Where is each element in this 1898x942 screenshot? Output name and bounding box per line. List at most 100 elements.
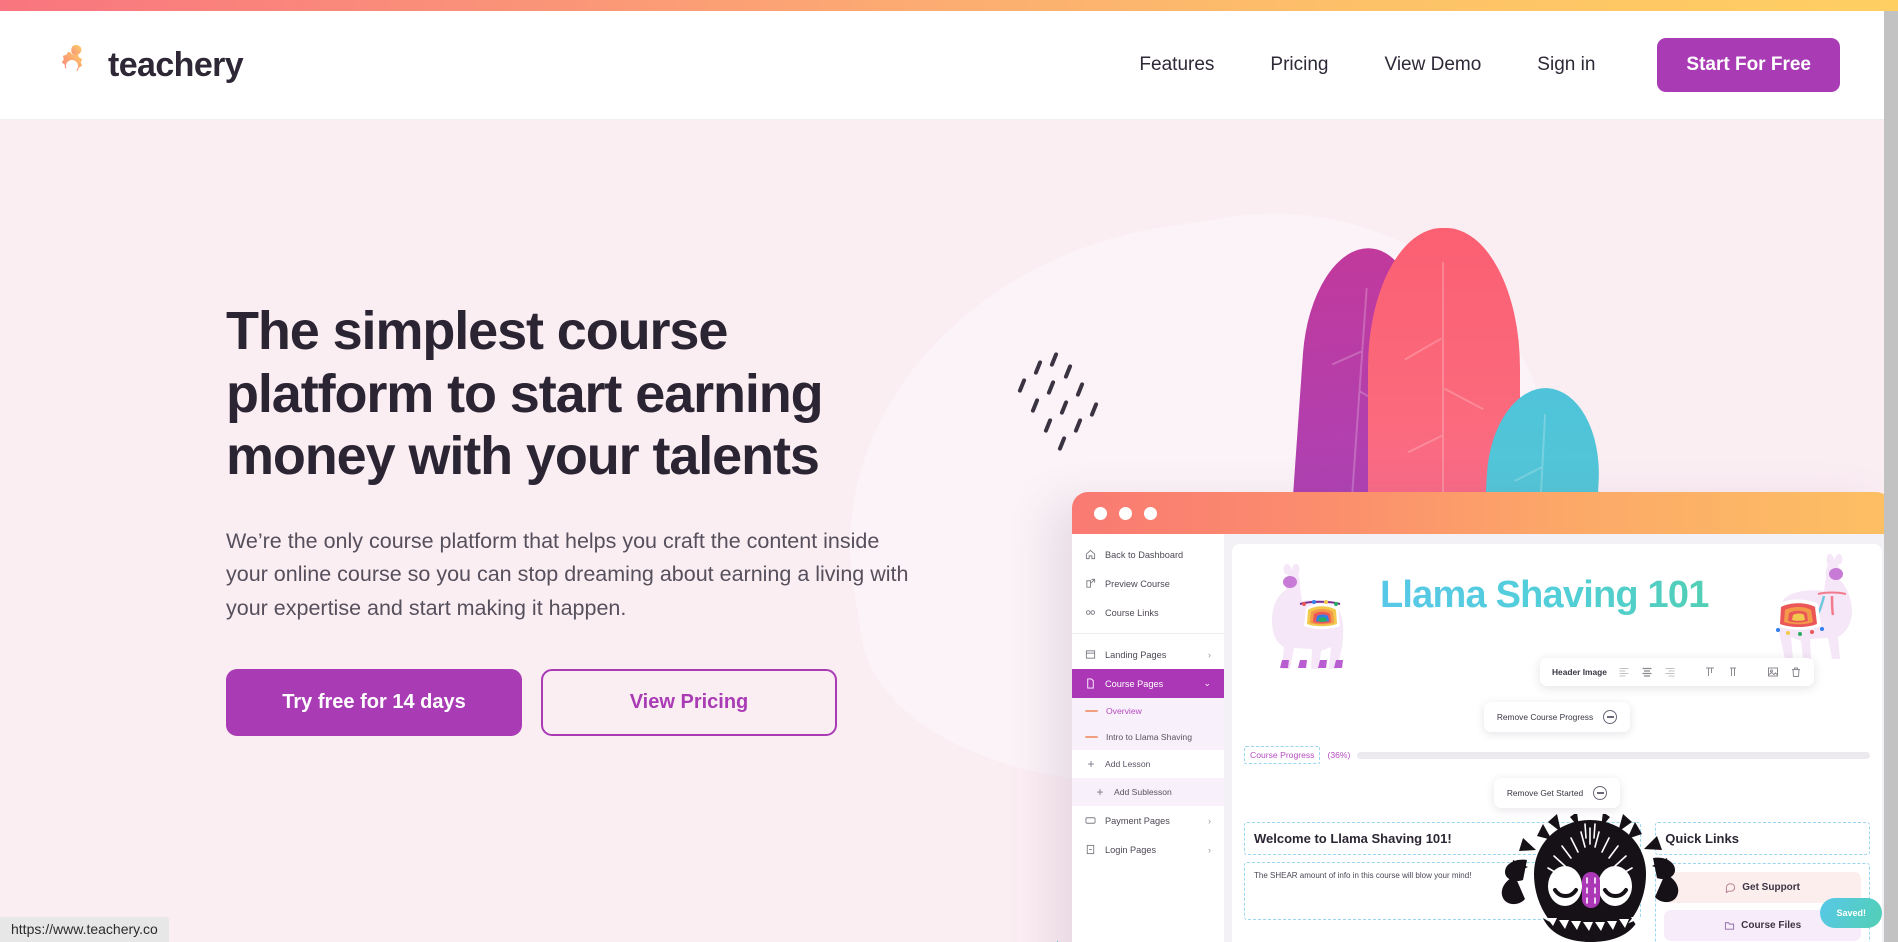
course-progress-label[interactable]: Course Progress: [1244, 746, 1321, 764]
dash-icon: [1085, 736, 1098, 738]
hero-section: The simplest course platform to start ea…: [0, 120, 1884, 942]
mockup-sidebar: Back to Dashboard Preview Course Course …: [1072, 534, 1224, 942]
quick-link-label: Course Files: [1741, 920, 1802, 931]
hero-copy: The simplest course platform to start ea…: [226, 300, 946, 736]
hero-title-line-2: platform to start earning: [226, 363, 824, 424]
page-title: The simplest course platform to start ea…: [226, 300, 946, 488]
monster-illustration: [1485, 812, 1695, 942]
header-image-toolbar: Header Image: [1540, 658, 1814, 686]
nav-link-features[interactable]: Features: [1121, 44, 1242, 86]
nav-link-view-demo[interactable]: View Demo: [1356, 44, 1509, 86]
nav-link-sign-in[interactable]: Sign in: [1509, 44, 1623, 86]
remove-course-progress-wrap: Remove Course Progress: [1232, 702, 1882, 732]
remove-course-progress-button[interactable]: Remove Course Progress: [1483, 702, 1631, 732]
plus-icon: +: [1096, 785, 1104, 799]
login-icon: [1086, 844, 1095, 855]
top-gradient-bar: [0, 0, 1898, 11]
width-wide-icon[interactable]: [1727, 666, 1739, 678]
hero-title-line-3: money with your talents: [226, 426, 820, 487]
course-header: Llama Shaving 101 Header Image: [1232, 544, 1882, 694]
card-icon: [1085, 817, 1096, 824]
brand-name: teachery: [108, 45, 244, 84]
remove-get-started-wrap: Remove Get Started: [1232, 778, 1882, 808]
minus-circle-icon: [1603, 710, 1618, 724]
quick-link-label: Get Support: [1742, 882, 1801, 893]
status-bar-url: https://www.teachery.co: [0, 917, 169, 942]
sidebar-add-sublesson[interactable]: + Add Sublesson: [1072, 778, 1224, 806]
chevron-right-icon: ›: [1208, 649, 1211, 660]
delete-image-icon[interactable]: [1790, 666, 1802, 678]
chevron-right-icon: ›: [1208, 844, 1211, 855]
sidebar-item-back-to-dashboard[interactable]: Back to Dashboard: [1072, 540, 1224, 569]
minus-circle-icon: [1593, 786, 1608, 800]
sidebar-label: Back to Dashboard: [1105, 549, 1184, 560]
sidebar-add-lesson[interactable]: + Add Lesson: [1072, 750, 1224, 778]
rain-dashes-decoration: [1017, 351, 1130, 452]
nav-link-pricing[interactable]: Pricing: [1242, 44, 1356, 86]
hero-subtitle: We’re the only course platform that help…: [226, 525, 916, 625]
progress-track: [1357, 751, 1870, 759]
sidebar-sub-label: Overview: [1106, 706, 1142, 716]
sidebar-label: Payment Pages: [1105, 815, 1170, 826]
sidebar-item-course-links[interactable]: Course Links: [1072, 598, 1224, 627]
app-mockup-window: Back to Dashboard Preview Course Course …: [1072, 492, 1884, 942]
chevron-down-icon: ⌄: [1203, 678, 1211, 688]
remove-get-started-label: Remove Get Started: [1506, 788, 1584, 798]
sidebar-item-preview-course[interactable]: Preview Course: [1072, 569, 1224, 598]
layout-icon: [1085, 650, 1096, 659]
link-icon: [1085, 610, 1096, 615]
start-for-free-button[interactable]: Start For Free: [1657, 38, 1840, 92]
external-link-icon: [1086, 578, 1096, 588]
brand-logo[interactable]: teachery: [52, 43, 244, 87]
sidebar-label: Login Pages: [1105, 844, 1157, 855]
align-right-icon[interactable]: [1664, 666, 1676, 678]
plus-icon: +: [1087, 757, 1095, 771]
align-left-icon[interactable]: [1618, 666, 1630, 678]
align-center-icon[interactable]: [1641, 666, 1653, 678]
sidebar-subitem-overview[interactable]: Overview: [1072, 698, 1224, 724]
sidebar-sub-label: Add Lesson: [1105, 759, 1151, 769]
sidebar-sub-label: Add Sublesson: [1114, 787, 1172, 797]
page-scrollbar[interactable]: [1884, 11, 1898, 942]
gear-flower-logo-icon: [52, 43, 92, 87]
remove-course-progress-label: Remove Course Progress: [1496, 712, 1594, 722]
sidebar-label: Course Pages: [1105, 678, 1164, 689]
saved-toast: Saved!: [1820, 898, 1882, 928]
home-icon: [1085, 549, 1096, 560]
mockup-body: Back to Dashboard Preview Course Course …: [1072, 534, 1884, 942]
sidebar-divider: [1072, 633, 1224, 634]
remove-get-started-button[interactable]: Remove Get Started: [1493, 778, 1621, 808]
sidebar-label: Course Links: [1105, 607, 1159, 618]
sidebar-subitem-intro-to-llama-shaving[interactable]: Intro to Llama Shaving: [1072, 724, 1224, 750]
sidebar-sub-label: Intro to Llama Shaving: [1106, 732, 1192, 742]
window-close-dot-icon: [1094, 506, 1107, 520]
scrollbar-thumb[interactable]: [1884, 11, 1898, 942]
sidebar-label: Preview Course: [1105, 578, 1170, 589]
page-root: teachery Features Pricing View Demo Sign…: [0, 0, 1898, 942]
replace-image-icon[interactable]: [1767, 666, 1779, 678]
course-progress-percent: (36%): [1327, 750, 1351, 760]
header-image-label: Header Image: [1552, 667, 1607, 677]
sidebar-item-landing-pages[interactable]: Landing Pages ›: [1072, 640, 1224, 669]
sidebar-item-payment-pages[interactable]: Payment Pages ›: [1072, 806, 1224, 835]
sidebar-item-login-pages[interactable]: Login Pages ›: [1072, 835, 1224, 864]
chat-icon: [1726, 883, 1736, 893]
site-header: teachery Features Pricing View Demo Sign…: [0, 11, 1884, 120]
sidebar-label: Landing Pages: [1105, 649, 1167, 660]
llama-illustration-left: [1248, 560, 1368, 685]
folder-icon: [1725, 922, 1735, 930]
mockup-titlebar: [1072, 492, 1884, 534]
course-progress-row: Course Progress (36%): [1232, 746, 1882, 764]
window-maximize-dot-icon: [1144, 506, 1157, 520]
page-icon: [1087, 678, 1094, 689]
width-narrow-icon[interactable]: [1704, 666, 1716, 678]
hero-actions: Try free for 14 days View Pricing: [226, 668, 946, 736]
try-free-button[interactable]: Try free for 14 days: [226, 668, 522, 736]
chevron-right-icon: ›: [1208, 815, 1211, 826]
view-pricing-button[interactable]: View Pricing: [541, 668, 837, 736]
course-title: Llama Shaving 101: [1380, 574, 1709, 616]
hero-title-line-1: The simplest course: [226, 301, 728, 361]
sidebar-item-course-pages[interactable]: Course Pages ⌄: [1072, 669, 1224, 698]
hero-subtitle-line-1: We’re the only course platform that help…: [226, 528, 818, 553]
dash-icon: [1085, 710, 1098, 712]
